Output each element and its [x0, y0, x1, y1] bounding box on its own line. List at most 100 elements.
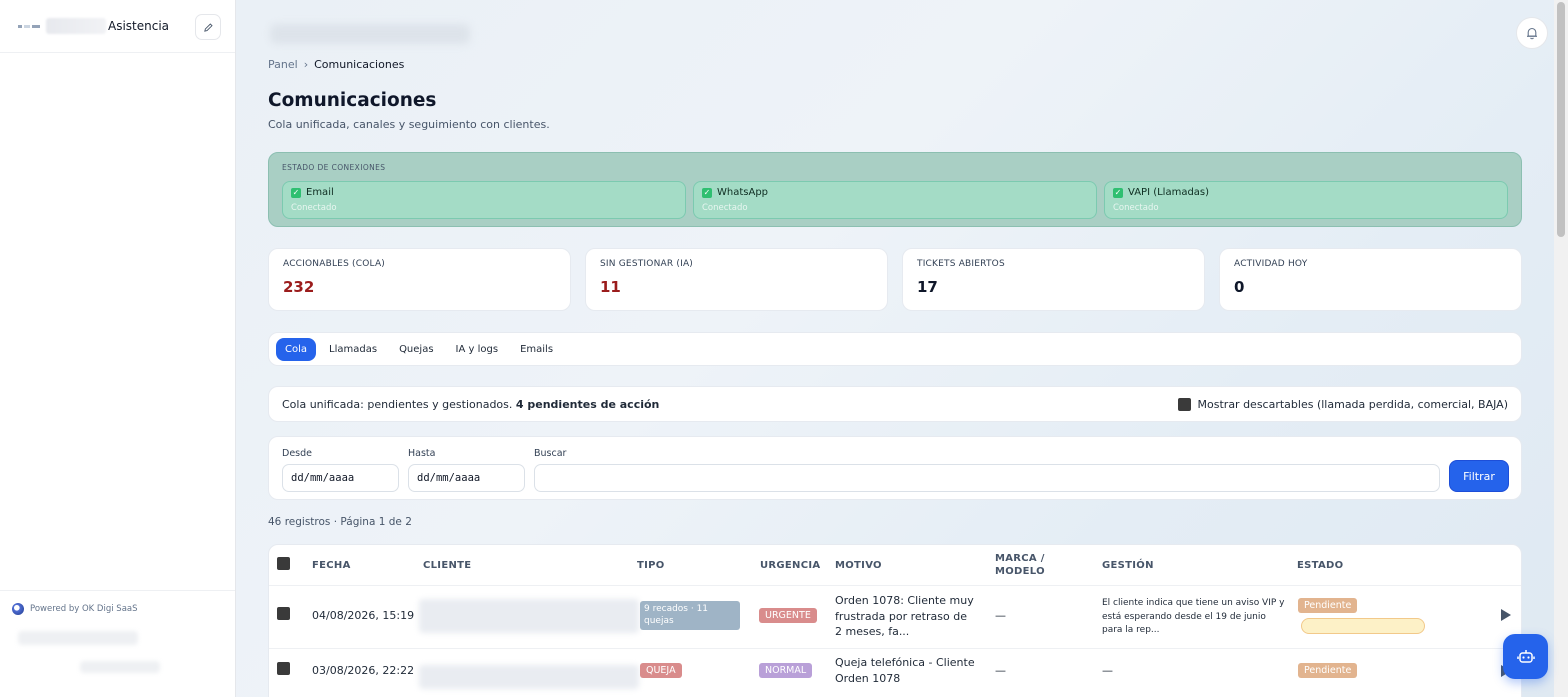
- scrollbar-thumb[interactable]: [1557, 2, 1565, 237]
- blurred-topbar-text: [270, 24, 470, 44]
- stat-label: ACTIVIDAD HOY: [1234, 259, 1308, 269]
- col-marca-modelo[interactable]: MARCA / MODELO: [995, 545, 1045, 585]
- sidebar-footer: Powered by OK Digi SaaS: [0, 590, 235, 697]
- connection-status: Conectado: [291, 203, 337, 213]
- cell-marca: —: [995, 664, 1006, 677]
- breadcrumb-separator: ›: [303, 58, 309, 71]
- col-cliente[interactable]: CLIENTE: [423, 545, 471, 585]
- powered-by-text: Powered by OK Digi SaaS: [30, 604, 138, 614]
- col-fecha[interactable]: FECHA: [312, 545, 351, 585]
- select-all-checkbox[interactable]: [277, 557, 290, 570]
- col-urgencia[interactable]: URGENCIA: [760, 545, 820, 585]
- play-icon[interactable]: [1501, 609, 1511, 621]
- check-icon: ✓: [1113, 187, 1123, 198]
- tab-emails[interactable]: Emails: [511, 338, 562, 361]
- stat-label: SIN GESTIONAR (IA): [600, 259, 694, 269]
- filter-button[interactable]: Filtrar: [1449, 460, 1509, 492]
- status-badge: Pendiente: [1298, 663, 1358, 678]
- cell-marca: —: [995, 609, 1006, 622]
- check-icon: ✓: [702, 187, 712, 198]
- col-estado[interactable]: ESTADO: [1297, 545, 1343, 585]
- progress-bar: [1301, 618, 1425, 634]
- check-icon: ✓: [291, 187, 301, 198]
- col-marca-line2: MODELO: [995, 566, 1045, 577]
- edit-button[interactable]: [195, 14, 221, 40]
- sidebar: Asistencia Powered by OK Digi SaaS: [0, 0, 236, 697]
- powered-by: Powered by OK Digi SaaS: [12, 603, 223, 615]
- search-label: Buscar: [534, 448, 567, 459]
- connections-label: ESTADO DE CONEXIONES: [282, 163, 386, 172]
- blurred-user-role: [80, 661, 160, 673]
- connection-whatsapp: ✓ WhatsApp Conectado: [693, 181, 1097, 219]
- stat-value: 0: [1234, 278, 1245, 296]
- cell-fecha: 04/08/2026, 15:19: [312, 609, 415, 622]
- stat-actividad-hoy: ACTIVIDAD HOY 0: [1219, 248, 1522, 311]
- breadcrumb: Panel › Comunicaciones: [268, 58, 404, 71]
- brand-icon: [12, 603, 24, 615]
- cell-gestion: —: [1102, 664, 1113, 677]
- tabs: Cola Llamadas Quejas IA y logs Emails: [268, 332, 1522, 366]
- tab-llamadas[interactable]: Llamadas: [320, 338, 386, 361]
- page-title: Comunicaciones: [268, 90, 437, 111]
- cell-tipo-badge: QUEJA: [640, 663, 682, 678]
- scrollbar[interactable]: [1554, 0, 1568, 697]
- robot-icon: [1516, 649, 1535, 663]
- stat-accionables: ACCIONABLES (COLA) 232: [268, 248, 571, 311]
- connection-name: WhatsApp: [717, 187, 769, 198]
- search-input[interactable]: [534, 464, 1440, 492]
- row-checkbox[interactable]: [277, 662, 290, 675]
- tab-quejas[interactable]: Quejas: [390, 338, 442, 361]
- show-discardable-toggle[interactable]: Mostrar descartables (llamada perdida, c…: [1177, 397, 1508, 411]
- connection-name: Email: [306, 187, 334, 198]
- records-count: 46 registros · Página 1 de 2: [268, 516, 412, 528]
- col-motivo[interactable]: MOTIVO: [835, 545, 882, 585]
- urgency-badge: URGENTE: [759, 608, 817, 623]
- connection-email: ✓ Email Conectado: [282, 181, 686, 219]
- stat-tickets-abiertos: TICKETS ABIERTOS 17: [902, 248, 1205, 311]
- to-date-input[interactable]: dd/mm/aaaa: [408, 464, 525, 492]
- breadcrumb-panel-link[interactable]: Panel: [268, 58, 298, 71]
- status-badge: Pendiente: [1298, 598, 1358, 613]
- col-tipo[interactable]: TIPO: [637, 545, 665, 585]
- col-gestion[interactable]: GESTIÓN: [1102, 545, 1154, 585]
- blurred-user-info: [18, 631, 138, 645]
- summary-pending: 4 pendientes de acción: [515, 397, 660, 411]
- page-subtitle: Cola unificada, canales y seguimiento co…: [268, 118, 550, 131]
- app-logo: [18, 21, 40, 31]
- stat-value: 11: [600, 278, 621, 296]
- tab-ia-logs[interactable]: IA y logs: [447, 338, 508, 361]
- stat-value: 232: [283, 278, 315, 296]
- show-discardable-checkbox[interactable]: [1177, 397, 1191, 411]
- sidebar-title: Asistencia: [108, 19, 170, 33]
- summary-text: Cola unificada: pendientes y gestionados…: [282, 397, 513, 411]
- cell-fecha: 03/08/2026, 22:22: [312, 664, 415, 677]
- notifications-button[interactable]: [1516, 17, 1548, 49]
- row-divider: [269, 648, 1521, 649]
- breadcrumb-current: Comunicaciones: [314, 58, 405, 71]
- to-label: Hasta: [408, 448, 436, 459]
- cell-tipo-badge: 9 recados · 11 quejas: [640, 601, 740, 630]
- tab-cola[interactable]: Cola: [276, 337, 317, 361]
- blurred-org-name: [46, 18, 106, 34]
- assistant-bot-button[interactable]: [1503, 634, 1548, 679]
- from-label: Desde: [282, 448, 312, 459]
- connection-vapi: ✓ VAPI (Llamadas) Conectado: [1104, 181, 1508, 219]
- main-content: Panel › Comunicaciones Comunicaciones Co…: [236, 0, 1554, 697]
- summary-text-wrap: Cola unificada: pendientes y gestionados…: [282, 398, 659, 411]
- queue-table: FECHA CLIENTE TIPO URGENCIA MOTIVO MARCA…: [268, 544, 1522, 697]
- stat-label: ACCIONABLES (COLA): [283, 259, 386, 269]
- stat-value: 17: [917, 278, 938, 296]
- from-date-input[interactable]: dd/mm/aaaa: [282, 464, 399, 492]
- filters-panel: Desde dd/mm/aaaa Hasta dd/mm/aaaa Buscar…: [268, 436, 1522, 500]
- queue-summary: Cola unificada: pendientes y gestionados…: [268, 386, 1522, 422]
- cell-motivo: Queja telefónica - Cliente Orden 1078: [835, 656, 975, 685]
- connection-status: Conectado: [702, 203, 748, 213]
- blurred-client-name: [419, 599, 639, 633]
- urgency-badge: NORMAL: [759, 663, 813, 678]
- col-marca-line1: MARCA /: [995, 553, 1045, 564]
- connection-name: VAPI (Llamadas): [1128, 187, 1210, 198]
- connection-status: Conectado: [1113, 203, 1159, 213]
- show-discardable-label: Mostrar descartables (llamada perdida, c…: [1197, 397, 1508, 411]
- sidebar-header: Asistencia: [0, 0, 235, 53]
- row-checkbox[interactable]: [277, 607, 290, 620]
